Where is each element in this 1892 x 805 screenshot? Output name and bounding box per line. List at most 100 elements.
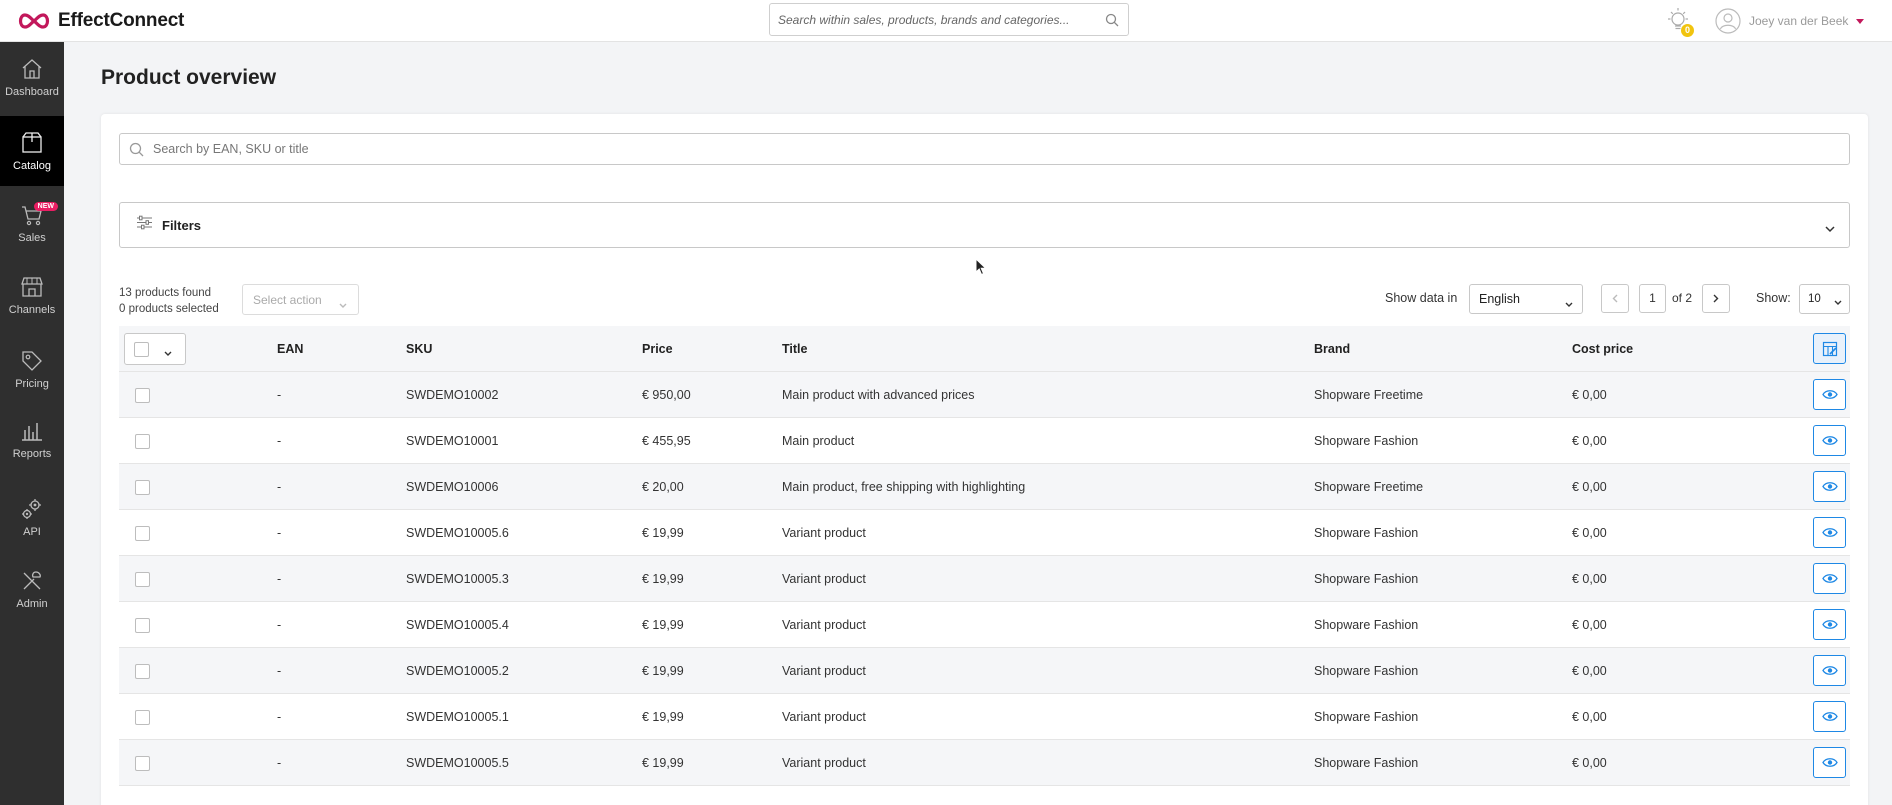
search-icon bbox=[129, 142, 144, 162]
row-checkbox[interactable] bbox=[135, 434, 150, 449]
cell-cost-price: € 0,00 bbox=[1572, 664, 1607, 678]
cell-sku: SWDEMO10005.4 bbox=[406, 618, 509, 632]
view-product-button[interactable] bbox=[1813, 425, 1846, 456]
page-number-input[interactable]: 1 bbox=[1639, 284, 1666, 313]
cell-title: Main product, free shipping with highlig… bbox=[782, 480, 1026, 494]
row-checkbox[interactable] bbox=[135, 526, 150, 541]
filters-panel[interactable]: Filters bbox=[119, 202, 1850, 248]
row-checkbox[interactable] bbox=[135, 572, 150, 587]
page-title: Product overview bbox=[101, 66, 277, 89]
cell-ean: - bbox=[277, 480, 282, 494]
chevron-down-icon bbox=[1825, 220, 1835, 238]
eye-icon bbox=[1821, 527, 1838, 538]
cell-price: € 19,99 bbox=[642, 526, 684, 540]
next-page-button[interactable] bbox=[1702, 284, 1730, 313]
table-row[interactable]: - SWDEMO10005.1 € 19,99 Variant product Shop… bbox=[119, 694, 1850, 740]
cell-ean: - bbox=[277, 756, 282, 770]
logo[interactable]: EffectConnect bbox=[16, 9, 184, 33]
row-checkbox[interactable] bbox=[135, 664, 150, 679]
cell-cost-price: € 0,00 bbox=[1572, 526, 1607, 540]
view-product-button[interactable] bbox=[1813, 379, 1846, 410]
column-header-brand[interactable]: Brand bbox=[1314, 326, 1350, 372]
chevron-left-icon bbox=[1612, 294, 1618, 303]
select-all-checkbox[interactable] bbox=[134, 342, 149, 357]
table-body: - SWDEMO10002 € 950,00 Main product with ad… bbox=[119, 372, 1850, 786]
chevron-right-icon bbox=[1713, 294, 1719, 303]
row-checkbox[interactable] bbox=[135, 480, 150, 495]
table-row[interactable]: - SWDEMO10006 € 20,00 Main product, free sh… bbox=[119, 464, 1850, 510]
table-row[interactable]: - SWDEMO10005.3 € 19,99 Variant product Shop… bbox=[119, 556, 1850, 602]
column-settings-icon bbox=[1822, 341, 1837, 356]
cell-ean: - bbox=[277, 388, 282, 402]
cell-brand: Shopware Fashion bbox=[1314, 434, 1419, 448]
row-checkbox[interactable] bbox=[135, 618, 150, 633]
sliders-icon bbox=[136, 215, 153, 235]
cell-cost-price: € 0,00 bbox=[1572, 756, 1607, 770]
view-product-button[interactable] bbox=[1813, 471, 1846, 502]
table-row[interactable]: - SWDEMO10005.6 € 19,99 Variant product Shop… bbox=[119, 510, 1850, 556]
view-product-button[interactable] bbox=[1813, 747, 1846, 778]
sidebar-item-catalog[interactable]: Catalog bbox=[0, 116, 64, 186]
gears-icon bbox=[22, 499, 41, 519]
cell-ean: - bbox=[277, 572, 282, 586]
view-product-button[interactable] bbox=[1813, 701, 1846, 732]
sidebar-item-pricing[interactable]: Pricing bbox=[0, 334, 64, 404]
user-menu[interactable]: Joey van der Beek bbox=[1715, 6, 1865, 36]
product-search-input[interactable] bbox=[153, 134, 1833, 164]
global-search-input[interactable] bbox=[770, 4, 1090, 35]
sidebar-item-label: Reports bbox=[12, 448, 52, 460]
view-product-button[interactable] bbox=[1813, 517, 1846, 548]
select-action-dropdown[interactable]: Select action bbox=[242, 284, 359, 315]
column-header-price[interactable]: Price bbox=[642, 326, 673, 372]
cell-brand: Shopware Fashion bbox=[1314, 572, 1419, 586]
cell-title: Variant product bbox=[782, 572, 866, 586]
table-row[interactable]: - SWDEMO10005.5 € 19,99 Variant product Shop… bbox=[119, 740, 1850, 786]
global-search-box bbox=[769, 3, 1129, 36]
sidebar-item-sales[interactable]: NEW Sales bbox=[0, 188, 64, 258]
view-product-button[interactable] bbox=[1813, 655, 1846, 686]
cell-title: Main product bbox=[782, 434, 855, 448]
product-table: EAN SKU Price Title Brand Cost price - SW… bbox=[119, 326, 1850, 786]
cell-title: Variant product bbox=[782, 618, 866, 632]
language-select[interactable]: English bbox=[1469, 284, 1583, 314]
column-header-sku[interactable]: SKU bbox=[406, 326, 432, 372]
column-settings-button[interactable] bbox=[1813, 333, 1846, 364]
column-header-ean[interactable]: EAN bbox=[277, 326, 303, 372]
sidebar-item-admin[interactable]: Admin bbox=[0, 554, 64, 624]
table-row[interactable]: - SWDEMO10005.2 € 19,99 Variant product Shop… bbox=[119, 648, 1850, 694]
search-icon[interactable] bbox=[1105, 13, 1119, 32]
column-header-title[interactable]: Title bbox=[782, 326, 807, 372]
cell-cost-price: € 0,00 bbox=[1572, 710, 1607, 724]
sidebar-item-api[interactable]: API bbox=[0, 482, 64, 552]
page-size-select[interactable]: 10 bbox=[1799, 284, 1850, 314]
table-row[interactable]: - SWDEMO10002 € 950,00 Main product with ad… bbox=[119, 372, 1850, 418]
cell-price: € 455,95 bbox=[642, 434, 691, 448]
cell-brand: Shopware Freetime bbox=[1314, 480, 1424, 494]
cell-cost-price: € 0,00 bbox=[1572, 434, 1607, 448]
chevron-down-icon bbox=[1565, 297, 1573, 311]
cell-sku: SWDEMO10005.6 bbox=[406, 526, 509, 540]
mouse-cursor-icon bbox=[975, 258, 987, 276]
home-icon bbox=[22, 59, 42, 79]
cell-price: € 20,00 bbox=[642, 480, 684, 494]
store-icon bbox=[21, 277, 43, 297]
sidebar-item-channels[interactable]: Channels bbox=[0, 260, 64, 330]
column-header-cost-price[interactable]: Cost price bbox=[1572, 326, 1633, 372]
prev-page-button[interactable] bbox=[1601, 284, 1629, 313]
cell-cost-price: € 0,00 bbox=[1572, 480, 1607, 494]
bulk-select-dropdown[interactable] bbox=[124, 333, 186, 365]
view-product-button[interactable] bbox=[1813, 563, 1846, 594]
bar-chart-icon bbox=[22, 423, 42, 441]
row-checkbox[interactable] bbox=[135, 388, 150, 403]
row-checkbox[interactable] bbox=[135, 756, 150, 771]
sidebar-item-dashboard[interactable]: Dashboard bbox=[0, 42, 64, 112]
row-checkbox[interactable] bbox=[135, 710, 150, 725]
cell-title: Main product with advanced prices bbox=[782, 388, 975, 402]
cell-title: Variant product bbox=[782, 664, 866, 678]
chevron-down-icon[interactable] bbox=[164, 346, 172, 360]
table-row[interactable]: - SWDEMO10001 € 455,95 Main product Shopware… bbox=[119, 418, 1850, 464]
eye-icon bbox=[1821, 665, 1838, 676]
sidebar-item-reports[interactable]: Reports bbox=[0, 404, 64, 474]
table-row[interactable]: - SWDEMO10005.4 € 19,99 Variant product Shop… bbox=[119, 602, 1850, 648]
view-product-button[interactable] bbox=[1813, 609, 1846, 640]
